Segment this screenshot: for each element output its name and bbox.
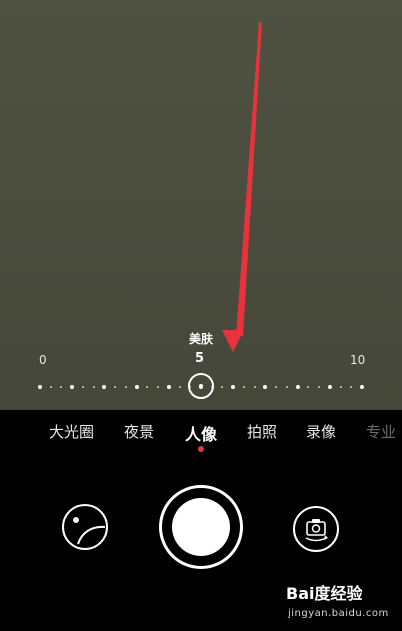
effects-icon bbox=[73, 517, 106, 545]
slider-minor-tick bbox=[221, 386, 224, 388]
slider-minor-tick bbox=[178, 386, 181, 388]
shutter-inner bbox=[172, 498, 230, 556]
slider-minor-tick bbox=[275, 386, 278, 388]
slider-minor-tick bbox=[318, 386, 321, 388]
slider-minor-tick bbox=[285, 386, 288, 388]
slider-major-tick bbox=[166, 385, 171, 389]
effects-button[interactable] bbox=[62, 504, 108, 550]
camera-switch-icon bbox=[305, 519, 328, 542]
slider-minor-tick bbox=[49, 386, 52, 388]
slider-major-tick bbox=[360, 385, 364, 389]
slider-major-tick bbox=[134, 385, 139, 389]
watermark-logo: Bai度经验 bbox=[286, 584, 363, 603]
slider-minor-tick bbox=[339, 386, 342, 388]
camera-screen: 美肤 0 5 10 大光圈 夜景 人像 拍照 录像 专业 Bai度经验 jing… bbox=[0, 0, 402, 631]
baidu-watermark: Bai度经验 jingyan.baidu.com bbox=[284, 580, 396, 624]
mode-photo[interactable]: 拍照 bbox=[247, 421, 277, 442]
slider-minor-tick bbox=[114, 386, 117, 388]
slider-title: 美肤 bbox=[188, 332, 213, 346]
slider-minor-tick bbox=[242, 386, 245, 388]
mode-video[interactable]: 录像 bbox=[306, 421, 336, 442]
mode-selector: 大光圈 夜景 人像 拍照 录像 专业 bbox=[0, 410, 402, 460]
mode-wide-aperture[interactable]: 大光圈 bbox=[49, 421, 94, 442]
slider-min-label: 0 bbox=[39, 353, 47, 367]
slider-major-tick bbox=[327, 385, 332, 389]
slider-minor-tick bbox=[253, 386, 256, 388]
slider-major-tick bbox=[295, 385, 300, 389]
slider-minor-tick bbox=[92, 386, 95, 388]
slider-major-tick bbox=[70, 385, 75, 389]
camera-switch-button[interactable] bbox=[293, 506, 339, 552]
shutter-button[interactable] bbox=[159, 485, 243, 569]
slider-minor-tick bbox=[350, 386, 353, 388]
slider-minor-tick bbox=[81, 386, 84, 388]
mode-pro[interactable]: 专业 bbox=[366, 421, 396, 442]
mode-portrait[interactable]: 人像 bbox=[185, 421, 217, 445]
slider-minor-tick bbox=[60, 386, 63, 388]
slider-minor-tick bbox=[307, 386, 310, 388]
active-mode-indicator bbox=[198, 446, 204, 452]
slider-minor-tick bbox=[146, 386, 149, 388]
slider-current-value: 5 bbox=[195, 351, 205, 366]
slider-major-tick bbox=[102, 385, 107, 389]
slider-major-tick bbox=[38, 385, 42, 389]
slider-max-label: 10 bbox=[350, 353, 366, 367]
beauty-slider-thumb[interactable] bbox=[188, 373, 214, 399]
viewfinder[interactable] bbox=[0, 0, 402, 410]
mode-night[interactable]: 夜景 bbox=[124, 421, 154, 442]
slider-minor-tick bbox=[157, 386, 160, 388]
watermark-url: jingyan.baidu.com bbox=[288, 608, 389, 619]
slider-minor-tick bbox=[124, 386, 127, 388]
slider-major-tick bbox=[231, 385, 236, 389]
slider-major-tick bbox=[263, 385, 268, 389]
